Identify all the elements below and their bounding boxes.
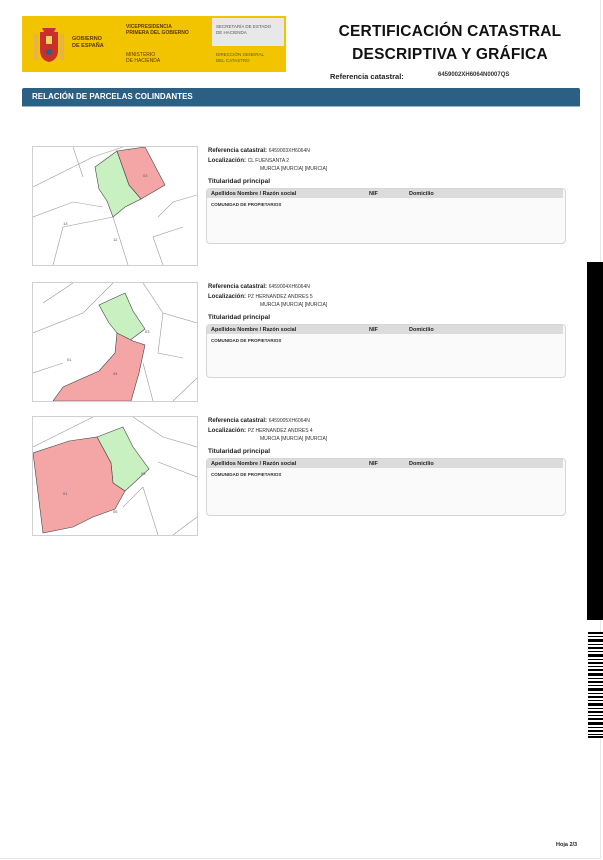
vicepresidencia-text: VICEPRESIDENCIA PRIMERA DEL GOBIERNO [126,24,189,36]
parcel-map: 01 03 04 [32,282,198,402]
owner-name: COMUNIDAD DE PROPIETARIOS [211,338,282,343]
government-header: GOBIERNO DE ESPAÑA VICEPRESIDENCIA PRIME… [22,16,286,72]
svg-text:01: 01 [63,491,68,496]
column-header-domicilio: Domicilio [409,326,434,333]
parcel-block: 13 12 03 Referencia catastral: 6459003XH… [0,146,600,266]
column-header-name: Apellidos Nombre / Razón social [211,460,297,467]
coat-of-arms-icon [30,24,68,68]
owner-table-header: Apellidos Nombre / Razón social NIF Domi… [207,459,563,468]
gobierno-text: GOBIERNO DE ESPAÑA [72,36,104,49]
section-title: RELACIÓN DE PARCELAS COLINDANTES [32,92,193,101]
location-label: Localización: [208,158,247,164]
parcel-block: 01 03 04 Referencia catastral: 6459004XH… [0,282,600,402]
titularidad-heading: Titularidad principal [208,448,271,455]
ministerio-text: MINISTERIO DE HACIENDA [126,52,161,64]
owner-table-header: Apellidos Nombre / Razón social NIF Domi… [207,325,563,334]
titularidad-heading: Titularidad principal [208,314,271,321]
section-header-bar: RELACIÓN DE PARCELAS COLINDANTES [22,88,580,106]
parcel-map: 01 03 05 [32,416,198,536]
location-line-1: PZ HERNANDEZ ANDRES 4 [247,428,313,434]
column-header-domicilio: Domicilio [409,190,434,197]
svg-text:03: 03 [141,471,146,476]
direccion-text: DIRECCIÓN GENERAL DEL CATASTRO [216,52,265,63]
svg-text:12: 12 [113,237,118,242]
barcode-icon [588,632,603,738]
reference-label: Referencia catastral: [208,148,268,154]
owner-name: COMUNIDAD DE PROPIETARIOS [211,472,282,477]
svg-text:05: 05 [113,509,118,514]
reference-value: 6459004XH6064N [268,284,310,290]
parcel-block: 01 03 05 Referencia catastral: 6459005XH… [0,416,600,536]
secretaria-text: SECRETARÍA DE ESTADO DE HACIENDA [216,24,272,35]
reference-value: 6459003XH6064N [268,148,310,154]
column-header-nif: NIF [369,326,378,333]
section-divider [22,106,580,107]
reference-value: 6459005XH6064N [268,418,310,424]
reference-label: Referencia catastral: [208,418,268,424]
column-header-name: Apellidos Nombre / Razón social [211,190,297,197]
titularidad-heading: Titularidad principal [208,178,271,185]
location-line-1: CL FUENSANTA 2 [247,158,290,164]
location-line-2: MURCIA [MURCIA] [MURCIA] [260,302,328,308]
column-header-name: Apellidos Nombre / Razón social [211,326,297,333]
page-number: Hoja 2/3 [556,842,578,848]
location-label: Localización: [208,428,247,434]
location-label: Localización: [208,294,247,300]
secretaria-box: SECRETARÍA DE ESTADO DE HACIENDA [212,18,284,46]
column-header-nif: NIF [369,190,378,197]
column-header-nif: NIF [369,460,378,467]
location-line-2: MURCIA [MURCIA] [MURCIA] [260,166,328,172]
owner-table-header: Apellidos Nombre / Razón social NIF Domi… [207,189,563,198]
reference-label: Referencia catastral: [330,72,404,81]
svg-text:04: 04 [113,371,118,376]
owner-table: Apellidos Nombre / Razón social NIF Domi… [206,458,566,516]
security-strip [587,262,603,620]
location-line-1: PZ HERNANDEZ ANDRES 5 [247,294,313,300]
svg-text:03: 03 [143,173,148,178]
reference-value: 6459002XH6064N0007QS [438,72,510,78]
location-line-2: MURCIA [MURCIA] [MURCIA] [260,436,328,442]
svg-text:13: 13 [63,221,68,226]
column-header-domicilio: Domicilio [409,460,434,467]
svg-text:03: 03 [145,329,150,334]
owner-table: Apellidos Nombre / Razón social NIF Domi… [206,324,566,378]
document-page: GOBIERNO DE ESPAÑA VICEPRESIDENCIA PRIME… [0,0,601,859]
parcel-map: 13 12 03 [32,146,198,266]
document-title: CERTIFICACIÓN CATASTRAL DESCRIPTIVA Y GR… [338,23,562,63]
svg-text:01: 01 [67,357,72,362]
owner-name: COMUNIDAD DE PROPIETARIOS [211,202,282,207]
owner-table: Apellidos Nombre / Razón social NIF Domi… [206,188,566,244]
reference-label: Referencia catastral: [208,284,268,290]
